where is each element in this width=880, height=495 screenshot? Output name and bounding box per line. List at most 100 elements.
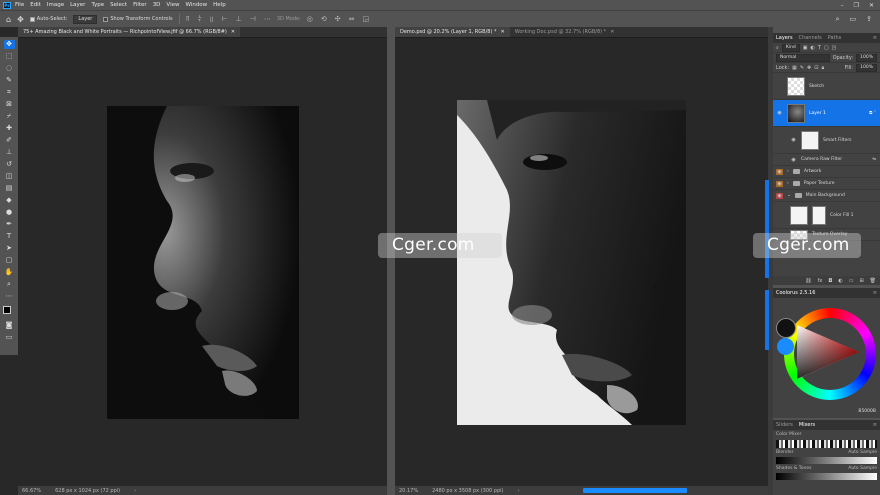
filter-row[interactable]: ◉ Camera Raw Filter ⇋: [773, 154, 880, 166]
layer-name[interactable]: Paper Texture: [804, 181, 835, 186]
menu-window[interactable]: Window: [185, 2, 207, 8]
eye-icon[interactable]: ◉: [776, 110, 783, 116]
healing-brush-tool-icon[interactable]: ✚: [4, 124, 15, 133]
show-transform-checkbox[interactable]: Show Transform Controls: [103, 16, 173, 22]
close-tab-icon[interactable]: ✕: [231, 29, 235, 35]
hex-value[interactable]: B5000B: [858, 409, 876, 414]
new-group-icon[interactable]: ▭: [849, 278, 854, 284]
lock-paint-icon[interactable]: ✎: [800, 65, 804, 71]
filter-pixel-icon[interactable]: ▣: [803, 45, 808, 51]
filter-adjust-icon[interactable]: ◐: [810, 45, 814, 51]
foreground-swatch[interactable]: [3, 306, 11, 314]
frame-tool-icon[interactable]: ⊠: [4, 100, 15, 109]
tab-sliders[interactable]: Sliders: [776, 422, 793, 428]
adjustment-layer-icon[interactable]: ◐: [838, 278, 842, 284]
eyedropper-tool-icon[interactable]: ⌿: [4, 112, 15, 121]
home-icon[interactable]: ⌂: [6, 15, 11, 24]
shades-tones-strip[interactable]: [776, 473, 877, 480]
panel-menu-icon[interactable]: ≡: [873, 422, 877, 428]
align-bottom-icon[interactable]: ⫫: [210, 15, 214, 24]
filter-shape-icon[interactable]: ▢: [824, 45, 829, 51]
eraser-tool-icon[interactable]: ◫: [4, 172, 15, 181]
workspace-icon[interactable]: ▭: [850, 15, 857, 24]
quick-select-tool-icon[interactable]: ✎: [4, 76, 15, 85]
slide-icon[interactable]: ⇔: [349, 15, 355, 23]
tab-mixers[interactable]: Mixers: [799, 422, 815, 428]
menu-filter[interactable]: Filter: [133, 2, 147, 8]
fx-icon[interactable]: fx: [818, 278, 823, 284]
document-tab[interactable]: 75+ Amazing Black and White Portraits — …: [18, 27, 241, 37]
status-arrow-icon[interactable]: ›: [134, 488, 136, 494]
panel-menu-icon[interactable]: ≡: [873, 35, 877, 41]
fill-input[interactable]: 100%: [856, 63, 877, 72]
close-tab-icon[interactable]: ✕: [501, 29, 505, 35]
share-icon[interactable]: ⇪: [866, 15, 872, 24]
search-icon[interactable]: ⌕: [836, 15, 840, 24]
layer-name[interactable]: Camera Raw Filter: [801, 157, 842, 162]
history-brush-tool-icon[interactable]: ↺: [4, 160, 15, 169]
menu-layer[interactable]: Layer: [70, 2, 85, 8]
menu-edit[interactable]: Edit: [30, 2, 41, 8]
opacity-input[interactable]: 100%: [856, 53, 877, 62]
gradient-tool-icon[interactable]: ▤: [4, 184, 15, 193]
eye-icon[interactable]: ◉: [776, 180, 783, 187]
auto-select-checkbox[interactable]: Auto-Select:: [29, 16, 67, 22]
expand-arrow-icon[interactable]: ⌄: [787, 193, 791, 198]
orbit-icon[interactable]: ◎: [307, 15, 313, 23]
filter-options-icon[interactable]: ⇋: [872, 157, 876, 162]
blur-tool-icon[interactable]: ◆: [4, 196, 15, 205]
zoom-level[interactable]: 66.67%: [22, 488, 41, 494]
menu-file[interactable]: File: [15, 2, 24, 8]
move-tool-icon[interactable]: ✥: [17, 15, 24, 24]
eye-icon[interactable]: ◉: [776, 168, 783, 175]
canvas-area[interactable]: ➚: [395, 38, 768, 486]
layer-name[interactable]: Sketch: [809, 84, 824, 89]
foreground-color-swatch[interactable]: [776, 318, 796, 338]
layer-row[interactable]: Sketch: [773, 73, 880, 100]
pan-3d-icon[interactable]: ✣: [335, 15, 341, 23]
move-tool-icon[interactable]: ✥: [3, 40, 15, 49]
layer-name[interactable]: Artwork: [804, 169, 822, 174]
panel-menu-icon[interactable]: ≡: [873, 290, 877, 296]
blend-mode-dropdown[interactable]: Normal: [776, 53, 830, 62]
blender-strip[interactable]: [776, 457, 877, 464]
align-center-icon[interactable]: ⊥: [236, 15, 242, 24]
clone-stamp-tool-icon[interactable]: ⊥: [4, 148, 15, 157]
lock-all-icon[interactable]: 🔒︎: [821, 65, 824, 71]
close-tab-icon[interactable]: ✕: [610, 29, 614, 35]
tab-channels[interactable]: Channels: [799, 35, 822, 41]
crop-tool-icon[interactable]: ⌗: [4, 88, 15, 97]
layer-name[interactable]: Color Fill 1: [830, 213, 853, 218]
align-right-icon[interactable]: ⊣: [250, 15, 256, 24]
eye-icon[interactable]: ◉: [790, 137, 797, 143]
status-arrow-icon[interactable]: ›: [517, 488, 519, 494]
hand-tool-icon[interactable]: ✋: [4, 268, 15, 277]
roll-icon[interactable]: ⟲: [321, 15, 327, 23]
background-color-swatch[interactable]: [777, 338, 794, 355]
align-left-icon[interactable]: ⊢: [222, 15, 228, 24]
tab-layers[interactable]: Layers: [776, 35, 793, 41]
align-middle-icon[interactable]: ⫩: [198, 15, 202, 24]
layer-name[interactable]: Smart Filters: [823, 138, 852, 143]
expand-arrow-icon[interactable]: ›: [787, 169, 789, 174]
document-tab-working[interactable]: Working Doc.psd @ 32.7% (RGB/8) * ✕: [509, 27, 620, 37]
color-swatches[interactable]: [3, 306, 15, 318]
tab-paths[interactable]: Paths: [828, 35, 842, 41]
link-layers-icon[interactable]: ⛓: [805, 278, 811, 284]
add-mask-icon[interactable]: ◘: [828, 278, 832, 284]
menu-type[interactable]: Type: [91, 2, 104, 8]
menu-image[interactable]: Image: [47, 2, 64, 8]
align-top-icon[interactable]: ⫪: [186, 15, 190, 24]
screen-mode-icon[interactable]: ▭: [4, 333, 15, 342]
layer-name[interactable]: Layer 1: [809, 111, 826, 116]
scale-3d-icon[interactable]: ◲: [363, 15, 370, 23]
eye-icon[interactable]: ◉: [790, 157, 797, 163]
document-tab-demo[interactable]: Demo.psd @ 20.2% (Layer 1, RGB/8) * ✕: [395, 27, 510, 37]
menu-3d[interactable]: 3D: [153, 2, 161, 8]
smart-filters-row[interactable]: ◉ Smart Filters: [773, 127, 880, 154]
filter-type-icon[interactable]: T: [818, 45, 821, 51]
eye-icon[interactable]: ◉: [776, 192, 783, 199]
lasso-tool-icon[interactable]: ◌: [4, 64, 15, 73]
zoom-level[interactable]: 20.17%: [399, 488, 418, 494]
type-tool-icon[interactable]: T: [4, 232, 15, 241]
